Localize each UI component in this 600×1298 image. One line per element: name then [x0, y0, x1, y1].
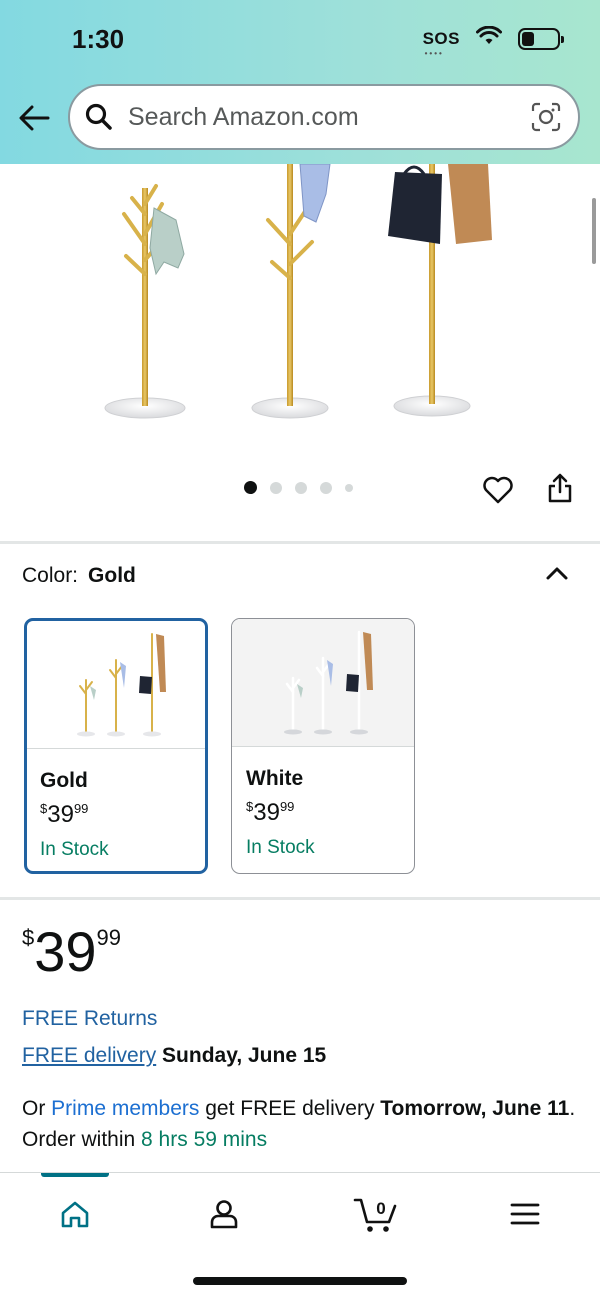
white-swatch-image [232, 619, 414, 747]
account-icon [210, 1200, 238, 1229]
delivery-date: Sunday, June 15 [162, 1044, 327, 1067]
section-divider [0, 897, 600, 900]
order-countdown: 8 hrs 59 mins [141, 1128, 268, 1151]
back-button[interactable] [16, 100, 52, 136]
active-tab-indicator [41, 1173, 109, 1177]
page-dot[interactable] [270, 481, 282, 494]
chevron-up-icon [546, 567, 568, 580]
nav-cart[interactable]: 0 [348, 1191, 404, 1237]
scroll-indicator[interactable] [592, 198, 596, 264]
wifi-icon [476, 25, 502, 51]
sos-indicator: SOS •••• [422, 28, 460, 58]
product-image[interactable] [0, 164, 600, 464]
signal-dots-icon: •••• [424, 48, 444, 58]
battery-icon [518, 27, 564, 50]
page-dot-active[interactable] [244, 481, 257, 494]
option-name: White [246, 767, 304, 790]
color-option-white[interactable]: White $3999 In Stock [231, 618, 415, 874]
status-time: 1:30 [72, 24, 125, 54]
page-dot[interactable] [320, 481, 332, 494]
share-icon [548, 473, 572, 503]
search-input[interactable]: Search Amazon.com [68, 84, 580, 150]
menu-icon [510, 1203, 540, 1225]
prime-delivery-offer: Or Prime members get FREE delivery Tomor… [22, 1097, 576, 1151]
cart-count: 0 [376, 1199, 385, 1218]
camera-lens-icon[interactable] [530, 101, 562, 133]
prime-members-link[interactable]: Prime members [51, 1097, 199, 1120]
back-arrow-icon [19, 105, 50, 131]
nav-account[interactable] [196, 1191, 252, 1237]
wishlist-button[interactable] [480, 472, 516, 508]
option-price: $3999 [40, 801, 89, 828]
coat-stand-1 [104, 184, 186, 419]
option-stock: In Stock [246, 837, 315, 858]
home-indicator[interactable] [193, 1277, 407, 1285]
section-divider [0, 541, 600, 544]
color-option-gold[interactable]: Gold $3999 In Stock [24, 618, 208, 874]
page-dot[interactable] [295, 481, 307, 494]
selected-color: Gold [88, 564, 136, 587]
status-icons: SOS •••• [422, 25, 564, 58]
product-price: $3999 [22, 920, 122, 983]
option-name: Gold [40, 769, 88, 792]
nav-menu[interactable] [497, 1191, 553, 1237]
coat-stand-3 [388, 164, 492, 417]
collapse-button[interactable] [542, 558, 572, 588]
page-dot[interactable] [345, 483, 353, 492]
nav-home[interactable] [47, 1191, 103, 1237]
search-icon [84, 102, 114, 132]
prime-delivery-day: Tomorrow, June 11 [380, 1097, 570, 1120]
option-stock: In Stock [40, 839, 109, 860]
color-selector-label: Color: Gold [22, 564, 136, 587]
free-returns-link[interactable]: FREE Returns [22, 1007, 157, 1031]
gold-swatch-image [27, 621, 205, 749]
coat-stand-2 [251, 164, 331, 419]
home-icon [61, 1201, 89, 1228]
search-placeholder: Search Amazon.com [128, 102, 359, 131]
image-pagination[interactable] [244, 481, 353, 494]
option-price: $3999 [246, 799, 295, 826]
cart-icon: 0 [353, 1198, 397, 1232]
delivery-info: FREE delivery Sunday, June 15 [22, 1044, 326, 1068]
free-delivery-link[interactable]: FREE delivery [22, 1044, 156, 1067]
app-header: 1:30 SOS •••• Search Amazon.com [0, 0, 600, 164]
heart-icon [483, 476, 513, 504]
share-button[interactable] [542, 470, 578, 506]
